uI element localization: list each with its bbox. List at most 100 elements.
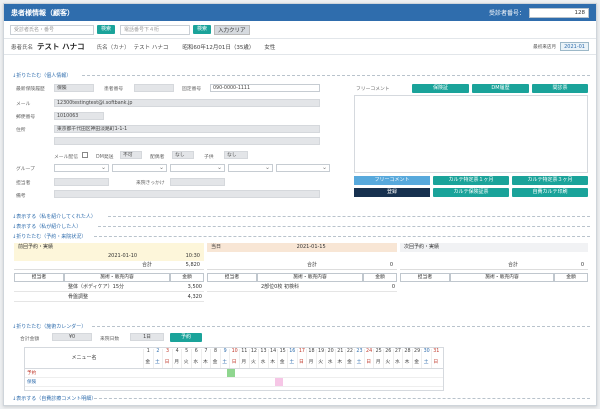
spouse-field[interactable]: なし	[172, 151, 194, 159]
section-calendar-label: ↓折りたたむ（施術カレンダー）	[12, 324, 87, 330]
calendar-weekday: 土	[222, 360, 227, 365]
calendar-weekday: 火	[183, 360, 189, 365]
calendar-weekday: 月	[174, 360, 179, 365]
reserve-button[interactable]: 予約	[170, 333, 202, 342]
calendar-weekday: 水	[394, 360, 400, 365]
next-col-content: 施術・販売内容	[450, 273, 554, 282]
group-select-5[interactable]	[276, 164, 330, 172]
mail-field[interactable]: 12300testingtest@i.softbank.jp	[54, 99, 320, 107]
next-visit-panel: 次回予約・実績 合計 0 担当者 施術・販売内容 金額	[400, 243, 588, 303]
group-label: グループ	[16, 167, 35, 172]
today-col-content: 施術・販売内容	[257, 273, 363, 282]
calendar-weekday: 金	[145, 360, 151, 365]
clinic-number-field[interactable]	[134, 84, 174, 92]
questionnaire-button[interactable]: 間診票	[532, 84, 588, 93]
free-comment-textarea[interactable]	[354, 95, 588, 173]
next-total: 0	[580, 262, 584, 268]
insurance-card-button[interactable]: 保険証	[412, 84, 469, 93]
calendar-weekday: 金	[346, 360, 352, 365]
calendar-weekday: 木	[404, 360, 410, 365]
first-visit-value: 2021-01	[560, 42, 589, 51]
chart-insurance-button[interactable]: カルテ保険証票	[433, 188, 509, 197]
calendar-weekday: 土	[289, 360, 295, 365]
dm-field[interactable]: 不可	[120, 151, 142, 159]
today-row1-amount: 0	[391, 284, 395, 290]
note-label: 備考	[16, 194, 26, 199]
note-field[interactable]	[54, 190, 320, 198]
next-col-amount: 金額	[554, 273, 588, 282]
search-bar: 受診者氏名・番号 検索 電話番号下４桁 検索 入力クリア	[4, 21, 596, 39]
address-line2[interactable]	[54, 137, 320, 145]
patient-name: テスト ハナコ	[37, 42, 85, 51]
prev-visit-time: 10:30	[185, 253, 200, 259]
calendar-weekday: 月	[241, 360, 247, 365]
free-comment-label: フリーコメント	[356, 87, 390, 92]
patient-window: 患者様情報（顧客） 受診者番号： 128 受診者氏名・番号 検索 電話番号下４桁…	[3, 3, 597, 406]
child-field[interactable]: なし	[224, 151, 248, 159]
prev-row2-amount: 4,320	[187, 294, 202, 300]
calendar-weekday: 日	[231, 360, 237, 365]
insurance-field[interactable]: 保険	[54, 84, 94, 92]
phone-field[interactable]: 090-0000-1111	[210, 84, 320, 92]
zip-field[interactable]: 1010063	[54, 112, 104, 120]
chart-1month-button[interactable]: カルテ特定票１ヶ月	[433, 176, 509, 185]
calendar-weekday: 火	[385, 360, 391, 365]
dm-history-button[interactable]: DM履歴	[472, 84, 529, 93]
group-select-4[interactable]	[228, 164, 273, 172]
birth-date: 昭和60年12月01日（35歳）	[182, 44, 255, 51]
phone-search-input[interactable]: 電話番号下４桁	[120, 24, 190, 35]
table-row: 2部位0枚 初検科 0	[207, 282, 397, 292]
calendar-mark-reserve[interactable]	[227, 369, 235, 377]
prev-table-header: 担当者 施術・販売内容 金額	[14, 273, 204, 282]
staff-field[interactable]	[54, 178, 109, 186]
reception-number-field[interactable]: 128	[529, 7, 589, 18]
calendar-weekday: 水	[260, 360, 266, 365]
prev-col-staff: 担当者	[14, 273, 64, 282]
prev-row2-content: 骨盤調整	[68, 294, 89, 300]
mail-send-label: メール配信	[54, 155, 78, 160]
prev-visit-title: 前回予約・実績	[18, 244, 54, 250]
clinic-number-label: 患者番号	[104, 87, 124, 92]
calendar-weekday: 金	[212, 360, 218, 365]
title-bar: 患者様情報（顧客） 受診者番号： 128	[4, 4, 596, 21]
today-visit-date: 2021-01-15	[296, 244, 326, 250]
name-search-input[interactable]: 受診者氏名・番号	[10, 24, 94, 35]
clear-input-button[interactable]: 入力クリア	[214, 24, 250, 35]
group-select-3[interactable]	[170, 164, 225, 172]
child-label: 子供	[204, 155, 214, 160]
section-introduced-by[interactable]: ↓表示する（私を紹介してくれた人）	[12, 213, 590, 220]
section-reservation[interactable]: ↓折りたたむ（予約・来院状況）	[12, 233, 590, 240]
prev-total-label: 合計	[142, 262, 153, 268]
section-personal[interactable]: ↓折りたたむ（個人情報）	[12, 72, 590, 79]
calendar-weekday: 木	[202, 360, 208, 365]
self-pay-print-button[interactable]: 自費カルテ印刷	[512, 188, 588, 197]
mail-label: メール	[16, 102, 31, 107]
group-select-1[interactable]	[54, 164, 109, 172]
group-select-2[interactable]	[112, 164, 167, 172]
trigger-field[interactable]	[170, 178, 225, 186]
calendar-total-label: 合計金額	[20, 337, 40, 342]
section-introduced-by-label: ↓表示する（私を紹介してくれた人）	[12, 214, 96, 220]
section-comments[interactable]: ↓表示する（自費診療コメント明細）	[12, 395, 590, 402]
calendar-weekday: 木	[337, 360, 343, 365]
reception-label: 受診者番号：	[488, 10, 525, 17]
first-visit-label: 最初来店月	[533, 44, 557, 50]
register-button[interactable]: 登録	[354, 188, 430, 197]
mail-send-checkbox[interactable]	[82, 152, 88, 158]
prev-visit-date: 2021-01-10	[108, 253, 138, 259]
chart-3month-button[interactable]: カルテ特定票３ヶ月	[512, 176, 588, 185]
calendar-weekday: 水	[193, 360, 199, 365]
calendar-weekday: 木	[270, 360, 275, 365]
section-calendar[interactable]: ↓折りたたむ（施術カレンダー）	[12, 323, 590, 330]
prev-total: 5,820	[185, 262, 200, 268]
phone-search-button[interactable]: 検索	[193, 25, 211, 34]
sex: 女性	[264, 44, 276, 51]
calendar-weekday: 日	[433, 360, 439, 365]
free-comment-button[interactable]: フリーコメント	[354, 176, 430, 185]
name-search-button[interactable]: 検索	[97, 25, 115, 34]
calendar-mark-insurance[interactable]	[275, 378, 283, 386]
section-introduced[interactable]: ↓表示する（私が紹介した人）	[12, 223, 590, 230]
address-line1[interactable]: 東京都千代田区神田淡路町1-1-1	[54, 125, 320, 133]
staff-label: 担当者	[16, 181, 31, 186]
next-visit-title: 次回予約・実績	[404, 244, 440, 250]
